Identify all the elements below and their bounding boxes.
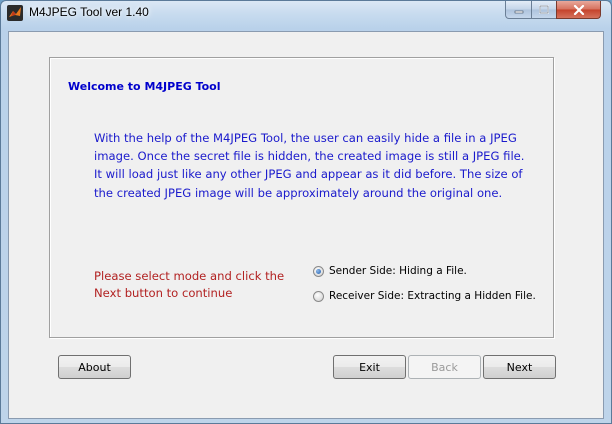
app-window: M4JPEG Tool ver 1.40 Welcome to M4JPEG T… [0, 0, 612, 424]
instruction-text: Please select mode and click the Next bu… [94, 269, 285, 300]
next-button[interactable]: Next [483, 355, 556, 379]
mode-sender-label[interactable]: Sender Side: Hiding a File. [329, 265, 467, 277]
back-button[interactable]: Back [408, 355, 481, 379]
close-button[interactable] [556, 1, 601, 19]
minimize-button[interactable] [505, 1, 532, 19]
radio-checked-icon[interactable] [313, 265, 324, 277]
about-button[interactable]: About [58, 355, 131, 379]
matlab-app-icon[interactable] [7, 5, 23, 21]
close-icon [573, 4, 584, 15]
exit-button[interactable]: Exit [333, 355, 406, 379]
window-title: M4JPEG Tool ver 1.40 [29, 5, 149, 19]
mode-receiver-label[interactable]: Receiver Side: Extracting a Hidden File. [329, 290, 536, 302]
panel-title: Welcome to M4JPEG Tool [65, 80, 224, 94]
title-bar[interactable]: M4JPEG Tool ver 1.40 [1, 1, 611, 25]
maximize-button[interactable] [531, 1, 557, 19]
minimize-icon [514, 10, 523, 13]
mode-sender-radio[interactable]: Sender Side: Hiding a File. [313, 263, 467, 279]
radio-unchecked-icon[interactable] [313, 290, 324, 302]
welcome-description: With the help of the M4JPEG Tool, the us… [94, 131, 525, 200]
maximize-icon [539, 5, 549, 14]
mode-receiver-radio[interactable]: Receiver Side: Extracting a Hidden File. [313, 288, 536, 304]
